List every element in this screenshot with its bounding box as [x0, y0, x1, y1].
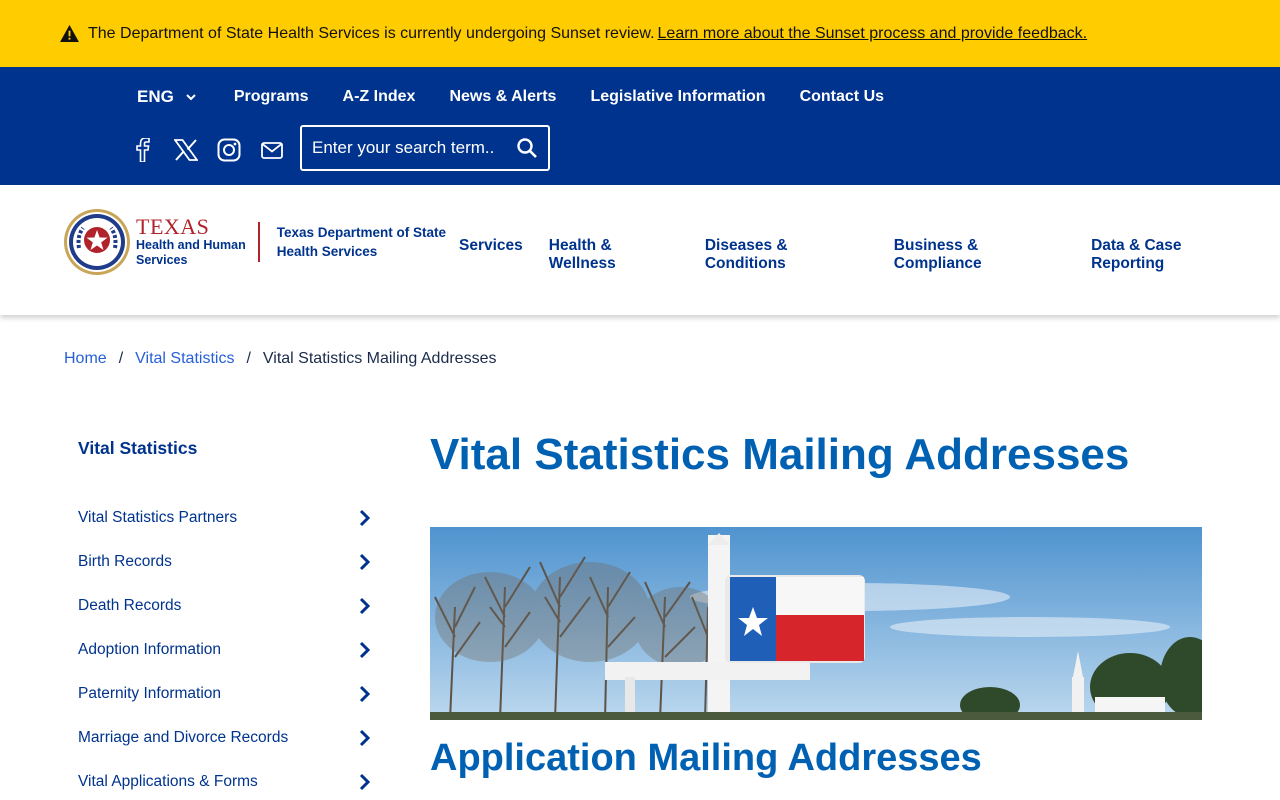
language-label: ENG — [137, 87, 174, 106]
search-box — [300, 125, 550, 171]
util-link-programs[interactable]: Programs — [234, 88, 309, 106]
email-icon[interactable] — [259, 137, 285, 163]
util-link-legislative-info[interactable]: Legislative Information — [590, 88, 765, 106]
sidebar-item-vital-applications-forms[interactable]: Vital Applications & Forms — [78, 760, 378, 800]
sidebar-item-label: Birth Records — [78, 553, 172, 570]
page-title: Vital Statistics Mailing Addresses — [430, 430, 1130, 479]
alert-text: The Department of State Health Services … — [88, 24, 655, 42]
sidebar-item-marriage-divorce-records[interactable]: Marriage and Divorce Records — [78, 716, 378, 760]
sidebar-item-label: Vital Applications & Forms — [78, 773, 258, 790]
hhs-dshs-logo[interactable]: TEXAS Health and Human Services Texas De… — [63, 208, 446, 276]
dshs-logo-text: Texas Department of State Health Service… — [277, 223, 446, 261]
breadcrumb-separator: / — [118, 350, 124, 367]
breadcrumb-separator: / — [246, 350, 251, 367]
logo-divider — [257, 222, 260, 262]
x-icon[interactable] — [173, 137, 199, 163]
chevron-right-icon[interactable] — [358, 729, 372, 747]
sidebar-item-label: Vital Statistics Partners — [78, 509, 238, 526]
chevron-right-icon[interactable] — [358, 597, 372, 615]
sidebar-item-adoption-information[interactable]: Adoption Information — [78, 628, 378, 672]
section-title: Application Mailing Addresses — [430, 737, 982, 779]
logo-dept-line1: Texas Department of State — [276, 225, 447, 240]
alert-learn-more-link[interactable]: Learn more about the Sunset process and … — [658, 25, 1088, 43]
nav-health-wellness[interactable]: Health & Wellness — [549, 237, 679, 273]
logo-hhs-line2: Services — [136, 253, 188, 267]
instagram-icon[interactable] — [216, 137, 242, 163]
sidebar-nav: Vital Statistics Vital Statistics Partne… — [78, 438, 378, 800]
sidebar-item-label: Death Records — [78, 597, 182, 614]
facebook-icon[interactable] — [130, 137, 156, 163]
sidebar-item-label: Adoption Information — [78, 641, 222, 658]
sidebar-item-death-records[interactable]: Death Records — [78, 584, 378, 628]
sidebar-item-vital-statistics-partners[interactable]: Vital Statistics Partners — [78, 496, 378, 540]
breadcrumb: Home / Vital Statistics / Vital Statisti… — [64, 350, 496, 368]
language-selector[interactable]: ENG — [137, 87, 196, 107]
sidebar-item-label: Paternity Information — [78, 685, 222, 702]
logo-texas-text: TEXAS — [136, 214, 210, 239]
util-link-az-index[interactable]: A-Z Index — [343, 88, 416, 106]
chevron-right-icon[interactable] — [358, 509, 372, 527]
nav-diseases-conditions[interactable]: Diseases & Conditions — [705, 237, 868, 273]
hero-image-texas-mailbox — [430, 527, 1202, 720]
sidebar-item-birth-records[interactable]: Birth Records — [78, 540, 378, 584]
sidebar-title[interactable]: Vital Statistics — [78, 438, 378, 459]
texas-seal-icon — [64, 209, 130, 275]
breadcrumb-current: Vital Statistics Mailing Addresses — [262, 350, 497, 367]
sidebar-item-label: Marriage and Divorce Records — [78, 729, 289, 746]
mailbox-photo — [430, 527, 1202, 720]
social-links — [130, 137, 302, 163]
main-nav: Services Health & Wellness Diseases & Co… — [459, 237, 1280, 273]
site-header: TEXAS Health and Human Services Texas De… — [0, 185, 1280, 315]
utility-nav: ENG Programs A-Z Index News & Alerts Leg… — [137, 87, 918, 107]
logo-dept-line2: Health Services — [276, 244, 378, 259]
hhs-logo-text: TEXAS Health and Human Services — [136, 216, 246, 268]
nav-business-compliance[interactable]: Business & Compliance — [894, 237, 1065, 273]
nav-data-case-reporting[interactable]: Data & Case Reporting — [1091, 237, 1254, 273]
breadcrumb-vital-statistics[interactable]: Vital Statistics — [135, 350, 234, 368]
nav-services[interactable]: Services — [459, 237, 523, 273]
chevron-right-icon[interactable] — [358, 685, 372, 703]
utility-bar: ENG Programs A-Z Index News & Alerts Leg… — [0, 67, 1280, 185]
util-link-contact-us[interactable]: Contact Us — [800, 88, 884, 106]
search-icon[interactable] — [515, 136, 539, 160]
breadcrumb-home[interactable]: Home — [64, 350, 107, 368]
chevron-right-icon[interactable] — [358, 553, 372, 571]
chevron-right-icon[interactable] — [358, 773, 372, 791]
chevron-right-icon[interactable] — [358, 641, 372, 659]
sunset-alert-bar: The Department of State Health Services … — [0, 0, 1280, 67]
chevron-down-icon — [186, 93, 196, 100]
search-input[interactable] — [312, 138, 507, 158]
sidebar-item-paternity-information[interactable]: Paternity Information — [78, 672, 378, 716]
warning-icon — [60, 25, 79, 42]
logo-hhs-line1: Health and Human — [136, 238, 246, 252]
util-link-news-alerts[interactable]: News & Alerts — [449, 88, 556, 106]
